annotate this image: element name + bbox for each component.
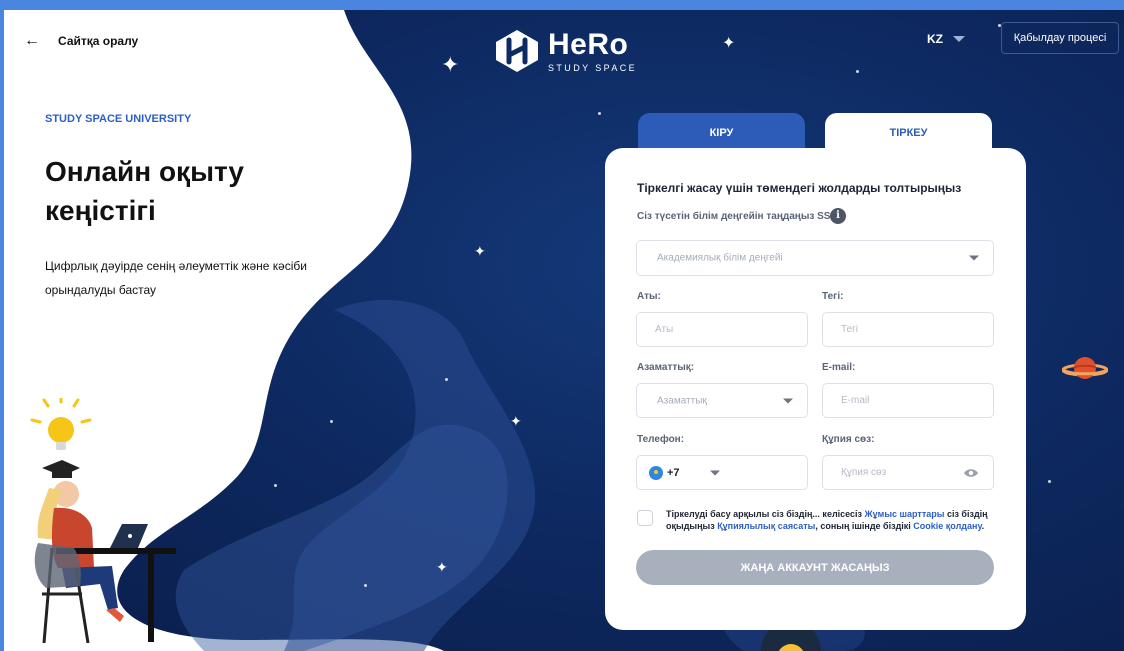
last-name-field [822,312,994,347]
star-icon: ✦ [436,559,448,575]
star-dot [330,420,333,423]
info-icon[interactable]: i [830,208,846,224]
email-field [822,383,994,418]
chevron-down-icon [783,398,793,403]
page-stage: ✦ ✦ ✦ ✦ ✦ ← Сайтқа оралу HeRo STUDY SPAC… [4,10,1124,651]
logo-mark-icon [496,30,538,72]
email-label: E-mail: [822,362,856,373]
phone-label: Телефон: [637,434,685,445]
form-title: Тіркелгі жасау үшін төмендегі жолдарды т… [637,181,962,195]
language-selector[interactable]: KZ [927,32,965,46]
logo-subtitle: STUDY SPACE [548,62,638,73]
star-icon: ✦ [722,35,736,52]
consent-part: Тіркелуді басу арқылы сіз біздің... келі… [666,509,865,519]
citizenship-select[interactable]: Азаматтық [636,383,808,418]
star-icon: ✦ [474,243,486,259]
first-name-field [636,312,808,347]
citizenship-value: Азаматтық [657,395,707,406]
terms-link[interactable]: Жұмыс шарттары [865,509,945,519]
terms-checkbox[interactable] [637,510,653,526]
education-level-select[interactable]: Академиялық білім деңгейі [636,240,994,276]
hero-university: STUDY SPACE UNIVERSITY [45,113,192,125]
window-top-border [0,0,1124,10]
email-input[interactable] [823,384,993,417]
hero-logo[interactable]: HeRo STUDY SPACE [494,28,637,74]
back-link-label: Сайтқа оралу [58,34,139,48]
education-level-value: Академиялық білім деңгейі [657,252,783,264]
star-dot [598,112,601,115]
cookie-link[interactable]: Cookie қолдану [913,521,981,531]
education-level-label: Сіз түсетін білім деңгейін таңдаңыз SSU [637,211,838,222]
language-value: KZ [927,32,943,46]
star-dot [856,70,859,73]
last-name-label: Тегі: [822,291,844,302]
tab-login[interactable]: КІРУ [638,113,805,153]
last-name-input[interactable] [823,313,993,346]
star-icon: ✦ [510,413,522,429]
create-account-button[interactable]: ЖАҢА АККАУНТ ЖАСАҢЫЗ [636,550,994,585]
password-label: Құпия сөз: [822,434,875,445]
consent-part: . [981,521,985,531]
citizenship-label: Азаматтық: [637,362,695,373]
password-field [822,455,994,490]
planet-icon [1062,357,1108,379]
chevron-down-icon [969,255,979,261]
first-name-label: Аты: [637,291,661,302]
student-illustration [30,398,176,643]
first-name-input[interactable] [637,313,807,346]
consent-part: , соның ішінде біздікі [815,521,914,531]
hero-description: Цифрлық дәуірде сенің әлеуметтік және кә… [45,259,307,297]
chevron-down-icon[interactable] [710,470,720,475]
star-icon: ✦ [441,52,460,77]
hero-title: Онлайн оқыту кеңістігі [45,156,244,226]
consent-text: Тіркелуді басу арқылы сіз біздің... келі… [666,508,1006,532]
eye-icon[interactable] [963,468,979,478]
star-dot [364,584,367,587]
star-dot [274,484,277,487]
logo-name: HeRo [548,27,629,61]
star-dot [1048,480,1051,483]
chevron-down-icon [953,36,965,42]
star-dot [445,378,448,381]
phone-field[interactable]: +7 [636,455,808,490]
phone-country-code: +7 [667,466,680,479]
back-to-site-link[interactable]: ← Сайтқа оралу [24,32,138,50]
privacy-policy-link[interactable]: Құпиялылық саясаты [717,521,815,531]
admission-process-button[interactable]: Қабылдау процесі [1001,22,1119,54]
tab-register[interactable]: ТІРКЕУ [825,113,992,153]
kz-flag-icon [649,465,663,480]
arrow-left-icon: ← [24,32,40,49]
